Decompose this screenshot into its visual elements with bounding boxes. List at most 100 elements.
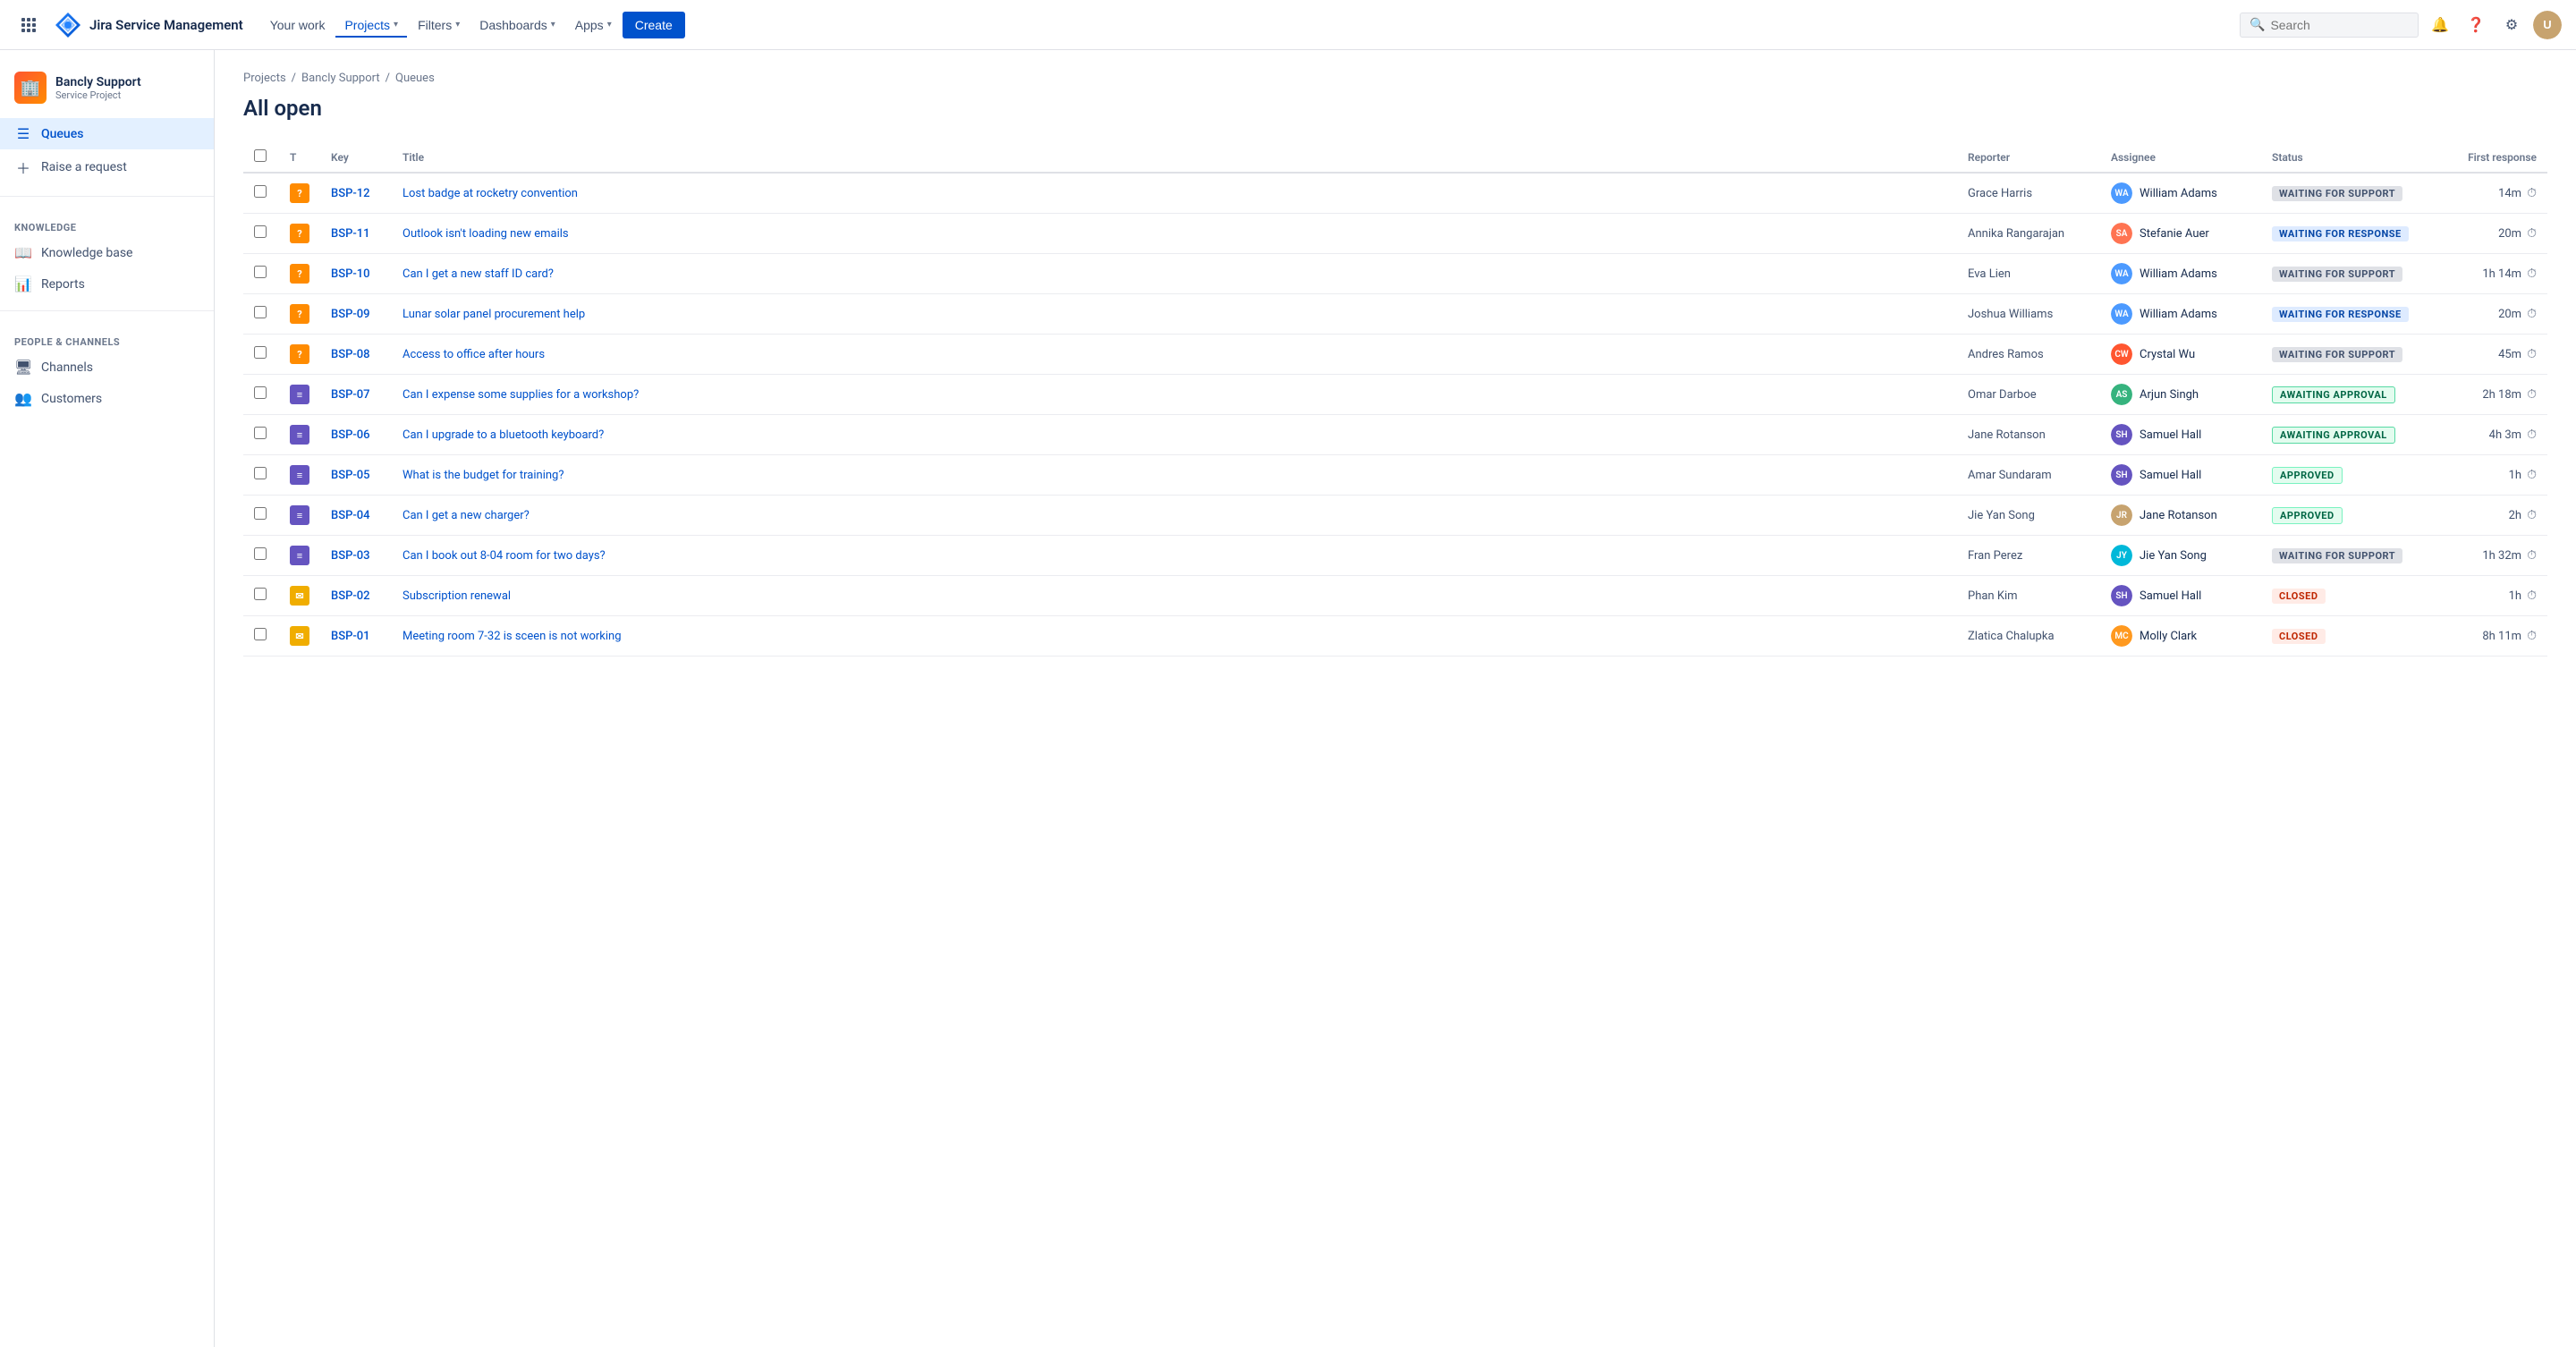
clock-icon: ⏱ [2527,347,2537,361]
row-key-cell: BSP-01 [320,616,392,657]
avatar-initials: JY [2111,545,2132,566]
row-checkbox[interactable] [254,507,267,520]
sidebar-item-reports[interactable]: 📊 Reports [0,268,214,300]
row-reporter-cell: Andres Ramos [1957,335,2100,375]
nav-your-work[interactable]: Your work [261,13,335,38]
issue-key-link[interactable]: BSP-08 [331,348,370,361]
breadcrumb-bancly[interactable]: Bancly Support [301,72,380,85]
row-checkbox[interactable] [254,588,267,600]
create-button[interactable]: Create [623,12,685,38]
grid-menu-button[interactable] [14,11,43,39]
assignee-name: Samuel Hall [2140,469,2201,482]
response-time: 1h [2509,469,2521,482]
assignee-info: WA William Adams [2111,182,2250,204]
sidebar-item-channels[interactable]: 🖥 Channels [0,352,214,383]
issue-title-link[interactable]: Can I get a new staff ID card? [402,267,554,281]
breadcrumb-projects[interactable]: Projects [243,72,286,85]
row-key-cell: BSP-05 [320,455,392,496]
search-box[interactable]: 🔍 [2240,13,2419,38]
col-status-header[interactable]: Status [2261,142,2440,173]
issue-key-link[interactable]: BSP-05 [331,469,370,482]
assignee-name: Arjun Singh [2140,388,2199,402]
nav-projects[interactable]: Projects ▾ [335,13,407,38]
response-time: 1h 32m [2482,549,2521,563]
row-status-cell: WAITING FOR SUPPORT [2261,173,2440,214]
issue-title-link[interactable]: Can I book out 8-04 room for two days? [402,549,606,563]
status-badge: AWAITING APPROVAL [2272,427,2395,444]
row-checkbox[interactable] [254,346,267,359]
issue-title-link[interactable]: Outlook isn't loading new emails [402,227,569,241]
issue-key-link[interactable]: BSP-03 [331,549,370,563]
status-badge: CLOSED [2272,589,2326,604]
type-badge: ≡ [290,425,309,445]
select-all-checkbox[interactable] [254,149,267,162]
row-checkbox[interactable] [254,628,267,640]
issue-key-link[interactable]: BSP-10 [331,267,370,281]
row-assignee-cell: SH Samuel Hall [2100,576,2261,616]
issue-title-link[interactable]: Meeting room 7-32 is sceen is not workin… [402,630,622,643]
row-title-cell: What is the budget for training? [392,455,1957,496]
col-reporter-header[interactable]: Reporter [1957,142,2100,173]
row-type-cell: ? [279,294,320,335]
issue-title-link[interactable]: Subscription renewal [402,589,511,603]
row-title-cell: Subscription renewal [392,576,1957,616]
issue-key-link[interactable]: BSP-12 [331,187,370,200]
assignee-name: Molly Clark [2140,630,2197,643]
clock-icon: ⏱ [2527,508,2537,522]
row-checkbox[interactable] [254,547,267,560]
col-type-header[interactable]: T [279,142,320,173]
row-title-cell: Lost badge at rocketry convention [392,173,1957,214]
row-checkbox[interactable] [254,427,267,439]
col-key-header[interactable]: Key [320,142,392,173]
breadcrumb-queues[interactable]: Queues [395,72,435,85]
settings-button[interactable]: ⚙ [2497,11,2526,39]
row-checkbox[interactable] [254,386,267,399]
row-checkbox[interactable] [254,266,267,278]
app-layout: 🏢 Bancly Support Service Project ☰ Queue… [0,50,2576,1347]
col-response-header[interactable]: First response [2440,142,2547,173]
row-checkbox[interactable] [254,185,267,198]
issue-key-link[interactable]: BSP-07 [331,388,370,402]
issue-key-link[interactable]: BSP-09 [331,308,370,321]
nav-dashboards[interactable]: Dashboards ▾ [470,13,564,38]
search-input[interactable] [2270,18,2395,32]
sidebar-item-queues[interactable]: ☰ Queues [0,118,214,149]
response-info: 4h 3m ⏱ [2451,428,2537,442]
row-title-cell: Can I get a new charger? [392,496,1957,536]
status-badge: WAITING FOR SUPPORT [2272,267,2402,282]
sidebar-item-knowledge-base[interactable]: 📖 Knowledge base [0,237,214,268]
row-reporter-cell: Joshua Williams [1957,294,2100,335]
search-icon: 🔍 [2250,18,2265,32]
nav-apps[interactable]: Apps ▾ [566,13,621,38]
issue-title-link[interactable]: Can I get a new charger? [402,509,530,522]
issue-title-link[interactable]: Access to office after hours [402,348,545,361]
issue-title-link[interactable]: What is the budget for training? [402,469,564,482]
main-nav: Your work Projects ▾ Filters ▾ Dashboard… [261,12,2233,38]
issue-title-link[interactable]: Lunar solar panel procurement help [402,308,585,321]
issue-key-link[interactable]: BSP-11 [331,227,370,241]
col-assignee-header[interactable]: Assignee [2100,142,2261,173]
row-checkbox[interactable] [254,225,267,238]
sidebar-item-customers[interactable]: 👥 Customers [0,383,214,414]
issue-title-link[interactable]: Can I upgrade to a bluetooth keyboard? [402,428,604,442]
notifications-button[interactable]: 🔔 [2426,11,2454,39]
row-type-cell: ≡ [279,415,320,455]
user-avatar-button[interactable]: U [2533,11,2562,39]
row-type-cell: ✉ [279,616,320,657]
nav-filters[interactable]: Filters ▾ [409,13,469,38]
queues-icon: ☰ [14,125,32,142]
col-title-header[interactable]: Title [392,142,1957,173]
row-title-cell: Outlook isn't loading new emails [392,214,1957,254]
row-type-cell: ≡ [279,455,320,496]
issue-key-link[interactable]: BSP-06 [331,428,370,442]
issue-key-link[interactable]: BSP-01 [331,630,370,643]
issue-key-link[interactable]: BSP-04 [331,509,370,522]
help-button[interactable]: ❓ [2462,11,2490,39]
issue-key-link[interactable]: BSP-02 [331,589,370,603]
row-checkbox[interactable] [254,467,267,479]
issue-title-link[interactable]: Can I expense some supplies for a worksh… [402,388,639,402]
row-checkbox[interactable] [254,306,267,318]
sidebar-item-raise-request[interactable]: ＋ Raise a request [0,149,214,185]
row-title-cell: Meeting room 7-32 is sceen is not workin… [392,616,1957,657]
issue-title-link[interactable]: Lost badge at rocketry convention [402,187,578,200]
